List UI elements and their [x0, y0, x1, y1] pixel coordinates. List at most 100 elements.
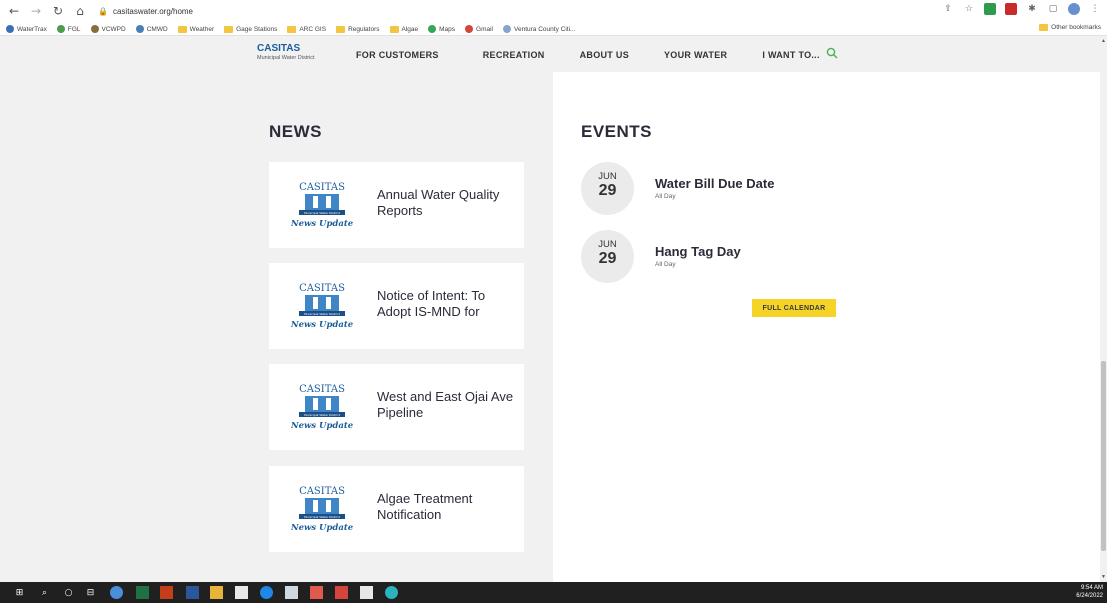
- nav-i-want-to[interactable]: I WANT TO...: [762, 50, 819, 60]
- event-title[interactable]: Hang Tag Day: [655, 244, 741, 259]
- scroll-thumb[interactable]: [1101, 361, 1106, 551]
- bookmark[interactable]: Algae: [389, 25, 418, 33]
- news-card[interactable]: CASITAS Municipal Water District News Up…: [269, 364, 524, 450]
- logo-subtitle: Municipal Water District: [257, 55, 315, 61]
- event-day: 29: [598, 182, 617, 199]
- bookmark-icon: [56, 25, 65, 33]
- nav-for-customers[interactable]: FOR CUSTOMERS: [356, 50, 439, 60]
- clock-date: 6/24/2022: [1076, 593, 1103, 599]
- news-title[interactable]: Algae Treatment Notification: [377, 491, 517, 523]
- document-icon[interactable]: [235, 586, 248, 599]
- address-bar[interactable]: 🔒 casitaswater.org/home: [98, 2, 193, 20]
- bookmark[interactable]: FGL: [56, 25, 81, 33]
- scroll-up-icon[interactable]: ▲: [1101, 38, 1106, 44]
- share-icon[interactable]: ⇪: [942, 3, 954, 15]
- event-date-badge: JUN 29: [581, 162, 634, 215]
- browser-toolbar-icons: ⇪ ☆ ✱ ▢ ⋮: [942, 3, 1101, 15]
- folder-icon: [1039, 24, 1049, 31]
- news-title[interactable]: Annual Water Quality Reports: [377, 187, 517, 219]
- site-logo[interactable]: CASITAS Municipal Water District: [257, 44, 315, 62]
- news-card[interactable]: CASITAS Municipal Water District News Up…: [269, 466, 524, 552]
- nav-your-water[interactable]: YOUR WATER: [664, 50, 727, 60]
- menu-dots-icon[interactable]: ⋮: [1089, 3, 1101, 15]
- svg-text:News Update: News Update: [291, 219, 353, 229]
- windows-taskbar: ⊞ ⌕ ○ ⊟ 9:54 AM 6/24/2022: [0, 582, 1107, 603]
- taskbar-clock[interactable]: 9:54 AM 6/24/2022: [1076, 584, 1103, 600]
- drive-icon[interactable]: [984, 3, 996, 15]
- page-scrollbar[interactable]: ▲ ▼: [1100, 36, 1107, 582]
- bookmark[interactable]: ARC GIS: [287, 25, 326, 33]
- lock-icon: 🔒: [98, 6, 108, 16]
- app-icon[interactable]: [260, 586, 273, 599]
- home-icon[interactable]: ⌂: [72, 3, 88, 19]
- svg-text:News Update: News Update: [291, 421, 353, 431]
- full-calendar-button[interactable]: FULL CALENDAR: [752, 299, 836, 317]
- news-title[interactable]: Notice of Intent: To Adopt IS-MND for: [377, 288, 517, 320]
- events-panel: [553, 72, 1100, 582]
- bookmark[interactable]: Ventura County Citi...: [503, 25, 575, 33]
- app-icon[interactable]: [310, 586, 323, 599]
- file-explorer-icon[interactable]: [210, 586, 223, 599]
- site-header: CASITAS Municipal Water District FOR CUS…: [0, 36, 1100, 72]
- word-icon[interactable]: [186, 586, 199, 599]
- edge-icon[interactable]: [385, 586, 398, 599]
- bookmark[interactable]: Gage Stations: [224, 25, 277, 33]
- app-icon[interactable]: [360, 586, 373, 599]
- news-heading: NEWS: [269, 122, 322, 141]
- bookmark[interactable]: Weather: [177, 25, 214, 33]
- notes-icon[interactable]: [285, 586, 298, 599]
- forward-icon[interactable]: →: [28, 3, 44, 19]
- main-nav: FOR CUSTOMERS RECREATION ABOUT US YOUR W…: [356, 50, 847, 60]
- pdf-extension-icon[interactable]: [1005, 3, 1017, 15]
- app-icon[interactable]: [335, 586, 348, 599]
- folder-icon: [177, 25, 187, 33]
- back-icon[interactable]: ←: [6, 3, 22, 19]
- bookmark[interactable]: Regulators: [336, 25, 380, 33]
- powerpoint-icon[interactable]: [160, 586, 173, 599]
- address-row: ← → ↻ ⌂ 🔒 casitaswater.org/home ⇪ ☆ ✱ ▢ …: [0, 0, 1107, 22]
- news-card[interactable]: CASITAS Municipal Water District News Up…: [269, 263, 524, 349]
- task-view-icon[interactable]: ⊟: [84, 586, 97, 599]
- url-text: casitaswater.org/home: [112, 6, 194, 16]
- bookmark[interactable]: Gmail: [465, 25, 493, 33]
- news-update-logo: CASITAS Municipal Water District News Up…: [291, 283, 353, 330]
- bookmark[interactable]: CMWD: [135, 25, 168, 33]
- svg-text:CASITAS: CASITAS: [299, 486, 345, 497]
- windows-start-icon[interactable]: ⊞: [13, 586, 26, 599]
- svg-text:News Update: News Update: [291, 523, 353, 533]
- search-icon[interactable]: ⌕: [38, 586, 51, 599]
- search-icon[interactable]: [826, 47, 838, 59]
- nav-about-us[interactable]: ABOUT US: [580, 50, 629, 60]
- svg-text:CASITAS: CASITAS: [299, 182, 345, 193]
- bookmark[interactable]: WaterTrax: [6, 25, 47, 33]
- chrome-icon[interactable]: [110, 586, 123, 599]
- nav-recreation[interactable]: RECREATION: [483, 50, 545, 60]
- sidebar-icon[interactable]: ▢: [1047, 3, 1059, 15]
- news-title[interactable]: West and East Ojai Ave Pipeline: [377, 389, 517, 421]
- bookmark-icon: [90, 25, 99, 33]
- profile-avatar-icon[interactable]: [1068, 3, 1080, 15]
- bookmark[interactable]: Maps: [428, 25, 455, 33]
- cortana-icon[interactable]: ○: [62, 586, 75, 599]
- scroll-down-icon[interactable]: ▼: [1101, 574, 1106, 580]
- puzzle-icon[interactable]: ✱: [1026, 3, 1038, 15]
- svg-text:CASITAS: CASITAS: [299, 283, 345, 294]
- news-update-logo: CASITAS Municipal Water District News Up…: [291, 486, 353, 533]
- star-icon[interactable]: ☆: [963, 3, 975, 15]
- news-card[interactable]: CASITAS Municipal Water District News Up…: [269, 162, 524, 248]
- bookmark-icon: [135, 25, 144, 33]
- news-update-logo: CASITAS Municipal Water District News Up…: [291, 182, 353, 229]
- other-bookmarks[interactable]: Other bookmarks: [1039, 24, 1101, 31]
- event-time: All Day: [655, 261, 676, 268]
- svg-text:Municipal Water District: Municipal Water District: [304, 312, 341, 316]
- folder-icon: [336, 25, 346, 33]
- bookmarks-bar: WaterTrax FGL VCWPD CMWD Weather Gage St…: [0, 22, 1107, 36]
- reload-icon[interactable]: ↻: [50, 3, 66, 19]
- svg-text:Municipal Water District: Municipal Water District: [304, 515, 341, 519]
- excel-icon[interactable]: [136, 586, 149, 599]
- event-title[interactable]: Water Bill Due Date: [655, 176, 774, 191]
- bookmark[interactable]: VCWPD: [90, 25, 126, 33]
- event-day: 29: [598, 250, 617, 267]
- bookmark-icon: [6, 25, 14, 33]
- svg-text:Municipal Water District: Municipal Water District: [304, 211, 341, 215]
